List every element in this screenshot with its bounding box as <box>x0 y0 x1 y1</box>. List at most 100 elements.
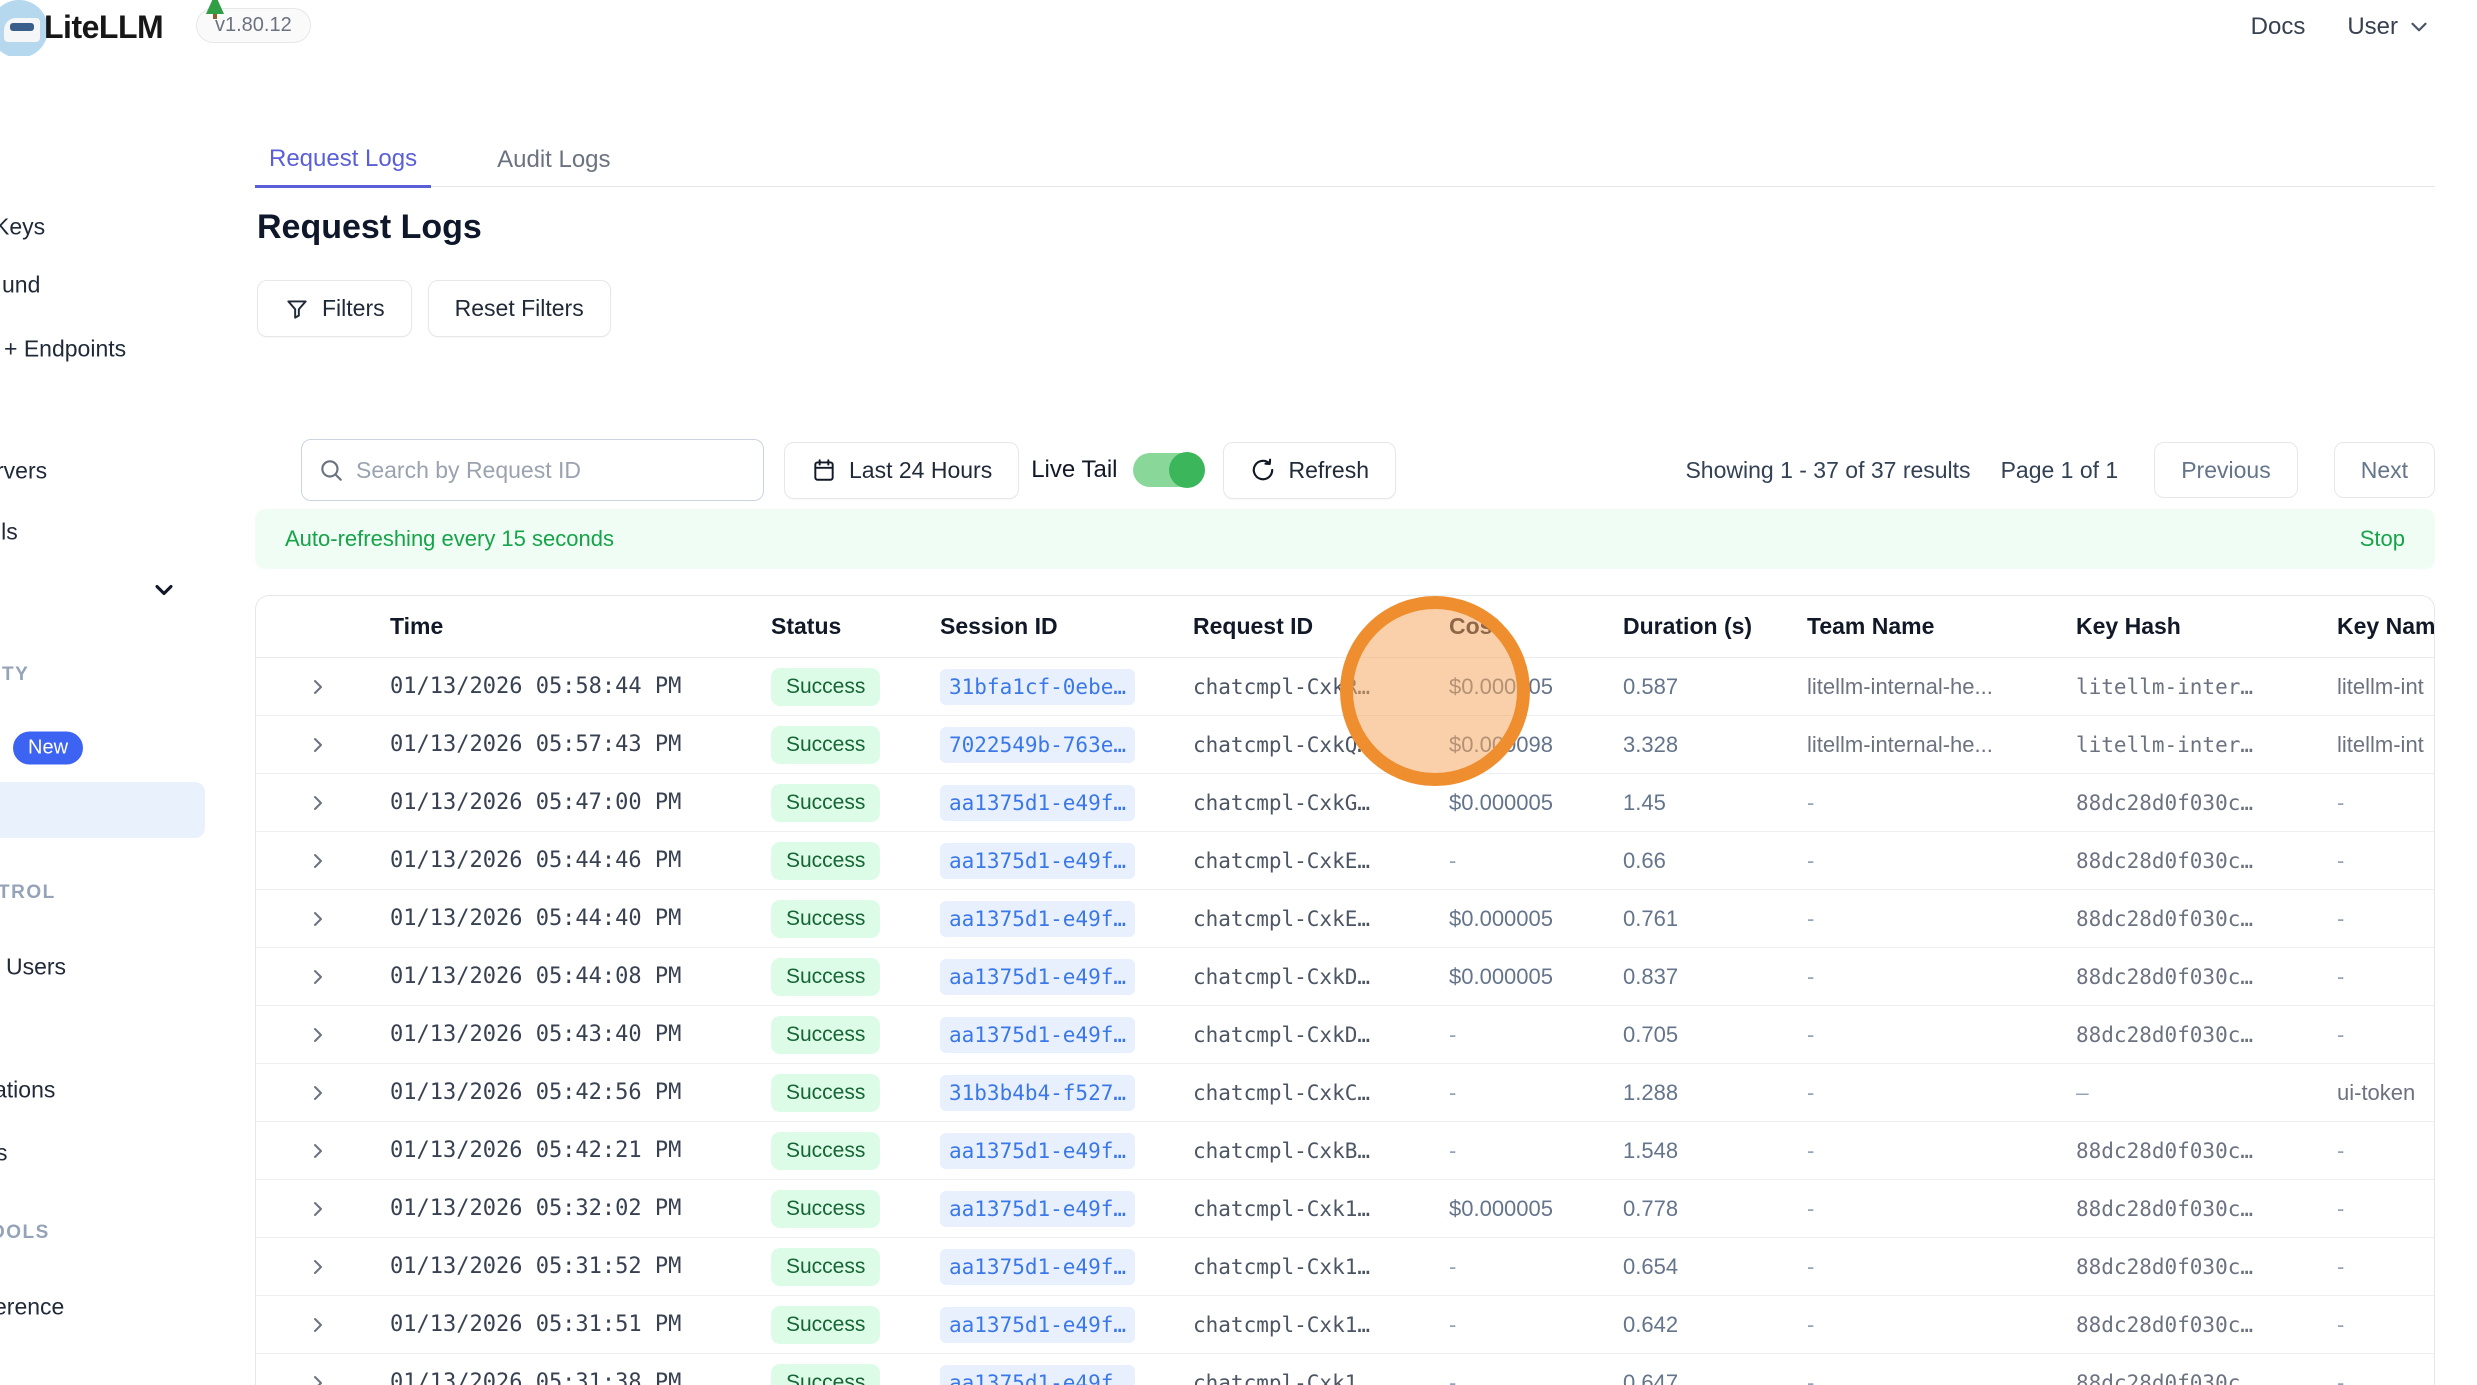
sidebar-collapse-chevron-icon[interactable] <box>150 576 178 604</box>
chevron-right-icon <box>306 675 330 699</box>
reset-filters-button[interactable]: Reset Filters <box>428 280 611 337</box>
session-id-link[interactable]: aa1375d1-e49f… <box>940 901 1135 937</box>
cell-session-id: aa1375d1-e49f… <box>940 1133 1193 1169</box>
expand-row-button[interactable] <box>256 675 390 699</box>
cell-time: 01/13/2026 05:44:46 PM <box>390 848 771 873</box>
status-badge: Success <box>771 958 880 996</box>
search-request-id-box[interactable] <box>301 439 764 501</box>
cell-team-name: - <box>1807 1196 2076 1222</box>
cell-key-hash: – <box>2076 1081 2337 1105</box>
docs-link[interactable]: Docs <box>2251 13 2306 41</box>
sidebar-item[interactable]: ations <box>0 1077 55 1104</box>
session-id-link[interactable]: aa1375d1-e49f… <box>940 959 1135 995</box>
chevron-right-icon <box>306 1313 330 1337</box>
cell-status: Success <box>771 1016 940 1054</box>
session-id-link[interactable]: aa1375d1-e49f… <box>940 1249 1135 1285</box>
session-id-link[interactable]: aa1375d1-e49f… <box>940 1017 1135 1053</box>
tab-audit-logs[interactable]: Audit Logs <box>483 133 624 186</box>
status-badge: Success <box>771 784 880 822</box>
expand-row-button[interactable] <box>256 1197 390 1221</box>
next-page-button[interactable]: Next <box>2334 442 2435 498</box>
expand-row-button[interactable] <box>256 1081 390 1105</box>
cell-cost: $0.000005 <box>1449 964 1623 990</box>
status-badge: Success <box>771 1074 880 1112</box>
session-id-link[interactable]: aa1375d1-e49f… <box>940 1191 1135 1227</box>
cell-session-id: aa1375d1-e49f… <box>940 959 1193 995</box>
column-session-id: Session ID <box>940 613 1193 640</box>
cell-cost: $0.000005 <box>1449 906 1623 932</box>
expand-row-button[interactable] <box>256 849 390 873</box>
cell-cost: - <box>1449 1022 1623 1048</box>
sidebar-item[interactable]: erence <box>0 1294 64 1321</box>
cell-request-id: chatcmpl-Cxk1… <box>1193 1255 1449 1279</box>
cell-status: Success <box>771 784 940 822</box>
cell-session-id: aa1375d1-e49f… <box>940 901 1193 937</box>
search-icon <box>318 457 344 483</box>
session-id-link[interactable]: aa1375d1-e49f… <box>940 1365 1135 1385</box>
page-title: Request Logs <box>257 208 482 247</box>
cell-request-id: chatcmpl-CxkC… <box>1193 1081 1449 1105</box>
sidebar-item[interactable]: rvers <box>0 458 47 485</box>
cell-time: 01/13/2026 05:42:21 PM <box>390 1138 771 1163</box>
refresh-button[interactable]: Refresh <box>1223 442 1396 499</box>
filters-button-label: Filters <box>322 295 385 322</box>
sidebar-item[interactable]: Keys <box>0 214 45 241</box>
session-id-link[interactable]: 31bfa1cf-0ebe… <box>940 669 1135 705</box>
chevron-right-icon <box>306 1139 330 1163</box>
cell-team-name: - <box>1807 1254 2076 1280</box>
cell-request-id: chatcmpl-CxkG… <box>1193 791 1449 815</box>
sidebar-item[interactable]: + Endpoints <box>4 336 126 363</box>
expand-row-button[interactable] <box>256 1371 390 1385</box>
sidebar-item[interactable]: Users <box>6 954 66 981</box>
time-range-button[interactable]: Last 24 Hours <box>784 442 1019 499</box>
sidebar-item[interactable]: s <box>0 1140 8 1167</box>
previous-page-button[interactable]: Previous <box>2154 442 2297 498</box>
session-id-link[interactable]: aa1375d1-e49f… <box>940 1307 1135 1343</box>
sidebar-item[interactable]: ils <box>0 519 18 546</box>
tab-request-logs[interactable]: Request Logs <box>255 133 431 188</box>
cell-session-id: aa1375d1-e49f… <box>940 1249 1193 1285</box>
expand-row-button[interactable] <box>256 733 390 757</box>
expand-row-button[interactable] <box>256 791 390 815</box>
cell-key-name: - <box>2337 1370 2434 1385</box>
cell-key-name: - <box>2337 964 2434 990</box>
auto-refresh-banner: Auto-refreshing every 15 seconds Stop <box>255 509 2435 569</box>
expand-row-button[interactable] <box>256 907 390 931</box>
session-id-link[interactable]: 7022549b-763e… <box>940 727 1135 763</box>
search-input[interactable] <box>356 457 747 484</box>
new-badge: New <box>13 732 83 765</box>
chevron-right-icon <box>306 1197 330 1221</box>
cell-key-name: - <box>2337 1138 2434 1164</box>
cell-team-name: - <box>1807 848 2076 874</box>
session-id-link[interactable]: 31b3b4b4-f527… <box>940 1075 1135 1111</box>
cell-key-hash: 88dc28d0f030c… <box>2076 1197 2337 1221</box>
user-menu[interactable]: User <box>2347 13 2432 41</box>
expand-row-button[interactable] <box>256 1023 390 1047</box>
cell-key-hash: 88dc28d0f030c… <box>2076 791 2337 815</box>
cell-cost: - <box>1449 1080 1623 1106</box>
cell-status: Success <box>771 1364 940 1385</box>
live-tail-toggle[interactable] <box>1133 453 1203 487</box>
expand-row-button[interactable] <box>256 1313 390 1337</box>
litellm-logo-icon <box>0 0 48 58</box>
table-row: 01/13/2026 05:43:40 PM Success aa1375d1-… <box>256 1006 2434 1064</box>
sidebar-item-selected[interactable] <box>0 782 205 838</box>
sidebar-item[interactable]: und <box>2 272 40 299</box>
cell-key-name: - <box>2337 848 2434 874</box>
expand-row-button[interactable] <box>256 965 390 989</box>
cell-duration: 0.587 <box>1623 674 1807 700</box>
stop-auto-refresh-link[interactable]: Stop <box>2360 526 2405 552</box>
expand-row-button[interactable] <box>256 1139 390 1163</box>
filters-button[interactable]: Filters <box>257 280 412 337</box>
cell-key-name: - <box>2337 790 2434 816</box>
session-id-link[interactable]: aa1375d1-e49f… <box>940 785 1135 821</box>
expand-row-button[interactable] <box>256 1255 390 1279</box>
session-id-link[interactable]: aa1375d1-e49f… <box>940 843 1135 879</box>
session-id-link[interactable]: aa1375d1-e49f… <box>940 1133 1135 1169</box>
table-row: 01/13/2026 05:44:46 PM Success aa1375d1-… <box>256 832 2434 890</box>
cell-cost: - <box>1449 1312 1623 1338</box>
live-tail-label: Live Tail <box>1031 456 1117 484</box>
cell-key-hash: 88dc28d0f030c… <box>2076 965 2337 989</box>
cell-status: Success <box>771 1074 940 1112</box>
table-row: 01/13/2026 05:31:52 PM Success aa1375d1-… <box>256 1238 2434 1296</box>
